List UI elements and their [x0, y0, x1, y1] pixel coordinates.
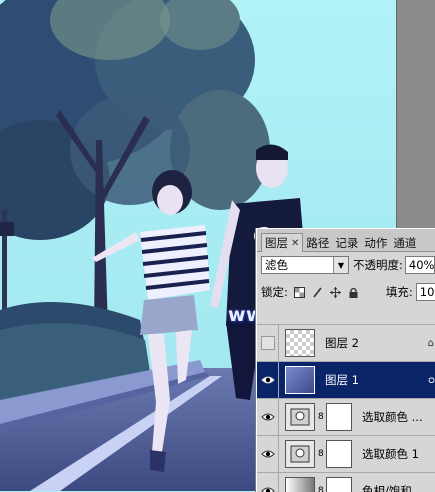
chain-link-icon: 8 — [318, 486, 324, 492]
eye-icon — [260, 487, 275, 492]
layer-thumbnail — [285, 329, 315, 357]
visibility-toggle[interactable] — [257, 362, 279, 398]
fx-icon: ⌂ — [427, 337, 434, 349]
layer-row[interactable]: 8 色相/饱和 — [257, 472, 435, 492]
lock-label: 锁定: — [261, 285, 288, 299]
visibility-toggle[interactable] — [257, 436, 279, 472]
fill-input[interactable]: 100% — [415, 283, 435, 301]
tab-actions[interactable]: 动作 — [361, 234, 390, 251]
panel-tabs: 图层 ✕ 路径 记录 动作 通道 — [257, 229, 435, 252]
dropdown-arrow-icon[interactable]: ▼ — [333, 257, 348, 273]
adjustment-thumbnail — [285, 477, 315, 492]
lock-fill-row: 锁定: 填充: 100% — [261, 283, 435, 301]
layers-list: 图层 2 ⌂ 图层 1 ᴑ 8 选取颜色 ... 8 选取颜色 1 8 色相/饱… — [257, 324, 435, 492]
close-icon[interactable]: ✕ — [291, 238, 299, 249]
layer-mask-thumbnail[interactable] — [326, 403, 352, 431]
tab-paths[interactable]: 路径 — [303, 234, 332, 251]
opacity-label: 不透明度: — [353, 258, 403, 272]
layer-row[interactable]: 8 选取颜色 ... — [257, 398, 435, 435]
tab-label: 图层 — [265, 236, 288, 250]
blend-opacity-row: 滤色 ▼ 不透明度: 40% — [261, 256, 435, 274]
layer-row[interactable]: 8 选取颜色 1 — [257, 435, 435, 472]
tab-label: 通道 — [393, 235, 417, 250]
lock-transparent-icon[interactable] — [293, 286, 306, 299]
workspace-background — [396, 0, 435, 228]
layer-thumbnail — [285, 366, 315, 394]
visibility-toggle[interactable] — [257, 473, 279, 492]
tree-foliage — [0, 0, 270, 240]
adjustment-thumbnail — [285, 403, 315, 431]
chain-link-icon: ᴑ — [428, 374, 435, 386]
layer-row[interactable]: 图层 2 ⌂ — [257, 324, 435, 361]
layer-name: 图层 1 — [325, 373, 359, 387]
layer-mask-thumbnail[interactable] — [326, 477, 352, 492]
eye-icon — [260, 413, 275, 421]
fill-label: 填充: — [385, 285, 413, 299]
adjustment-thumbnail — [285, 440, 315, 468]
lock-paint-icon[interactable] — [311, 286, 324, 299]
opacity-input[interactable]: 40% — [404, 256, 435, 274]
tab-label: 记录 — [335, 235, 359, 250]
tab-label: 路径 — [306, 235, 330, 250]
chain-link-icon: 8 — [318, 449, 324, 459]
eye-icon — [260, 336, 275, 350]
layer-row[interactable]: 图层 1 ᴑ — [257, 361, 435, 398]
layer-name: 选取颜色 ... — [362, 410, 423, 424]
chain-link-icon: 8 — [318, 412, 324, 422]
tab-layers[interactable]: 图层 ✕ — [261, 233, 304, 252]
tab-channels[interactable]: 通道 — [390, 234, 419, 251]
layers-panel: 图层 ✕ 路径 记录 动作 通道 滤色 ▼ 不透明度: 40% 锁定: 填充: … — [256, 228, 435, 492]
visibility-toggle[interactable] — [257, 325, 279, 361]
visibility-toggle[interactable] — [257, 399, 279, 435]
eye-icon — [260, 450, 275, 458]
tab-label: 动作 — [364, 235, 388, 250]
blend-mode-value: 滤色 — [265, 258, 288, 272]
layer-name: 选取颜色 1 — [362, 447, 419, 461]
layer-mask-thumbnail[interactable] — [326, 440, 352, 468]
layer-name: 图层 2 — [325, 336, 359, 350]
tab-history[interactable]: 记录 — [332, 234, 361, 251]
eye-icon — [260, 376, 275, 384]
blend-mode-select[interactable]: 滤色 ▼ — [261, 256, 349, 274]
lock-move-icon[interactable] — [329, 286, 342, 299]
lock-all-icon[interactable] — [347, 286, 360, 299]
